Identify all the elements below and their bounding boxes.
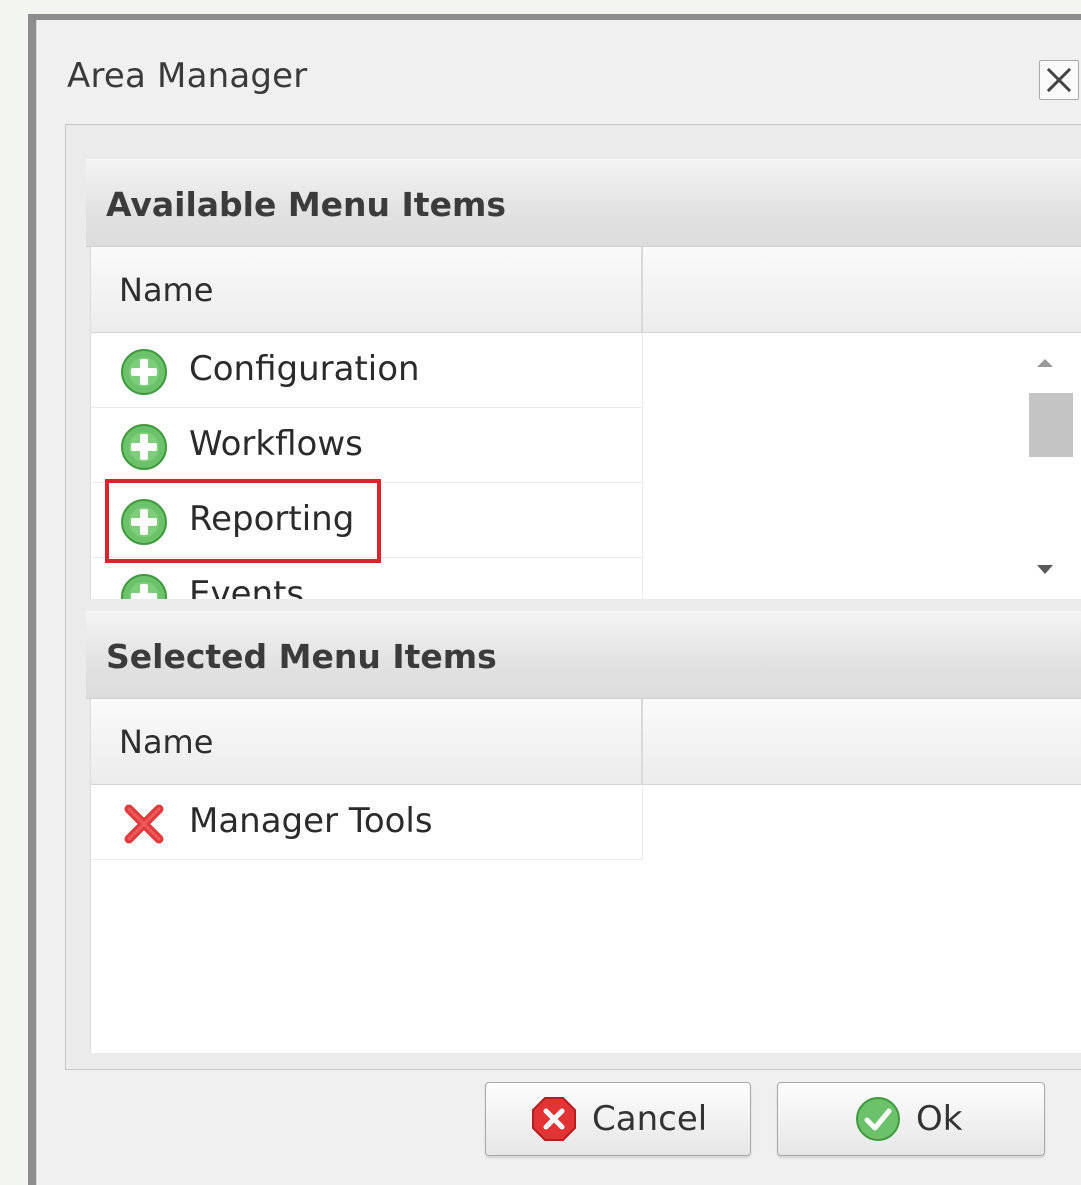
column-header-label: Name (119, 723, 214, 761)
title-bar: Area Manager (37, 20, 1081, 124)
list-item-label: Manager Tools (189, 801, 433, 841)
selected-grid-body: Manager Tools (91, 785, 1081, 1053)
selected-item-manager-tools[interactable]: Manager Tools (91, 785, 643, 860)
close-button[interactable] (1039, 60, 1079, 100)
selected-grid-header: Name (91, 699, 1081, 785)
scroll-up-arrow-icon[interactable] (1037, 359, 1053, 367)
cancel-button-label: Cancel (592, 1099, 708, 1139)
selected-section-title: Selected Menu Items (106, 637, 497, 676)
available-grid: Name Configuration Workflows Reporting E… (90, 247, 1081, 599)
dialog-footer: Cancel Ok (37, 1070, 1081, 1185)
available-item-configuration[interactable]: Configuration (91, 333, 643, 408)
available-item-events[interactable]: Events (91, 558, 643, 599)
scrollbar-thumb[interactable] (1029, 393, 1073, 457)
available-grid-header: Name (91, 247, 1081, 333)
available-section-title: Available Menu Items (106, 185, 506, 224)
available-grid-body: Configuration Workflows Reporting Events (91, 333, 1081, 599)
cancel-button[interactable]: Cancel (485, 1082, 751, 1156)
add-icon[interactable] (119, 422, 169, 472)
list-item-label: Events (189, 574, 305, 599)
list-item-label: Workflows (189, 424, 363, 464)
add-icon[interactable] (119, 347, 169, 397)
cancel-icon (532, 1097, 576, 1141)
dialog-content: Area Manager Available Menu Items Name C… (36, 20, 1081, 1185)
list-item-label: Configuration (189, 349, 420, 389)
vertical-scrollbar[interactable] (1017, 333, 1081, 599)
remove-icon[interactable] (119, 799, 169, 849)
close-icon (1046, 67, 1072, 93)
highlight-box (105, 479, 381, 563)
scroll-down-arrow-icon[interactable] (1037, 565, 1053, 574)
column-header-label: Name (119, 271, 214, 309)
selected-grid: Name Manager Tools (90, 699, 1081, 1053)
selected-section-header: Selected Menu Items (86, 611, 1081, 699)
dialog-title: Area Manager (67, 56, 308, 96)
available-name-column-header[interactable]: Name (91, 247, 643, 333)
ok-button[interactable]: Ok (777, 1082, 1045, 1156)
check-icon (856, 1097, 900, 1141)
available-item-workflows[interactable]: Workflows (91, 408, 643, 483)
available-section-header: Available Menu Items (86, 159, 1081, 247)
area-manager-dialog: Area Manager Available Menu Items Name C… (28, 14, 1081, 1185)
selected-name-column-header[interactable]: Name (91, 699, 643, 785)
add-icon[interactable] (119, 572, 169, 599)
body-panel: Available Menu Items Name Configuration … (65, 124, 1081, 1070)
ok-button-label: Ok (916, 1099, 963, 1139)
